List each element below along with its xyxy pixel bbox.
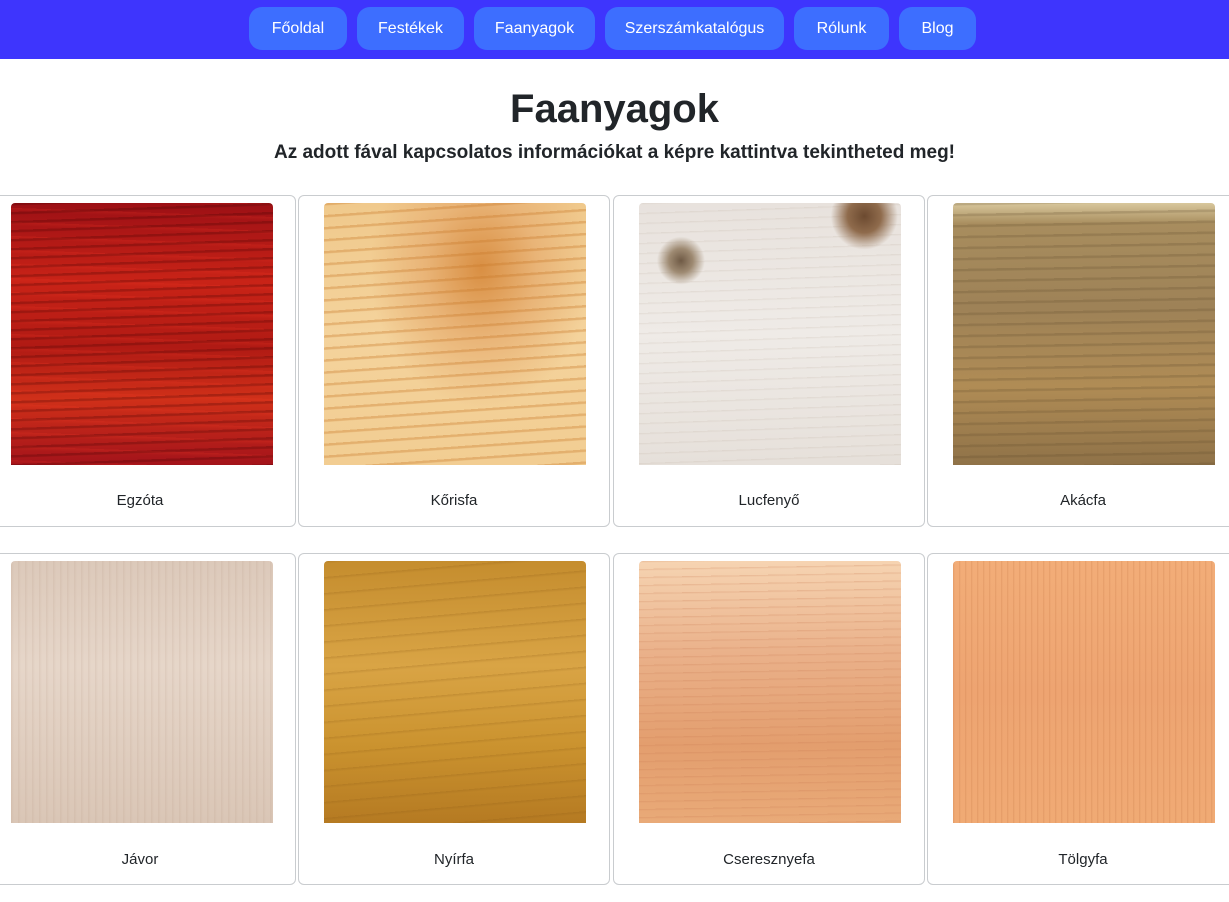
wood-caption: Lucfenyő bbox=[738, 492, 800, 509]
nav-szerszamkatalogus-button[interactable]: Szerszámkatalógus bbox=[605, 7, 784, 50]
wood-caption: Cseresznyefa bbox=[723, 851, 815, 868]
nav-festekek-button[interactable]: Festékek bbox=[357, 7, 464, 50]
wood-card-cseresznyefa[interactable]: Cseresznyefa bbox=[613, 553, 925, 885]
nav-faanyagok-button[interactable]: Faanyagok bbox=[474, 7, 595, 50]
nav-fooldal-button[interactable]: Főoldal bbox=[249, 7, 347, 50]
wood-image-javor[interactable] bbox=[11, 561, 273, 823]
nav-blog-button[interactable]: Blog bbox=[899, 7, 976, 50]
wood-card-egzota[interactable]: Egzóta bbox=[0, 195, 296, 527]
wood-card-akacfa[interactable]: Akácfa bbox=[927, 195, 1229, 527]
wood-image-egzota[interactable] bbox=[11, 203, 273, 465]
wood-image-lucfenyo[interactable] bbox=[639, 203, 901, 465]
wood-image-cseresznyefa[interactable] bbox=[639, 561, 901, 823]
wood-image-korisfa[interactable] bbox=[324, 203, 586, 465]
wood-card-lucfenyo[interactable]: Lucfenyő bbox=[613, 195, 925, 527]
wood-caption: Egzóta bbox=[116, 492, 164, 509]
page-title: Faanyagok bbox=[510, 87, 719, 131]
wood-card-korisfa[interactable]: Kőrisfa bbox=[298, 195, 610, 527]
wood-image-akacfa[interactable] bbox=[953, 203, 1215, 465]
wood-caption: Nyírfa bbox=[433, 851, 474, 868]
wood-image-nyirfa[interactable] bbox=[324, 561, 586, 823]
wood-caption: Tölgyfa bbox=[1058, 851, 1108, 868]
page-subtitle: Az adott fával kapcsolatos információkat… bbox=[273, 142, 956, 163]
wood-caption: Jávor bbox=[121, 851, 159, 868]
wood-card-tolgyfa[interactable]: Tölgyfa bbox=[927, 553, 1229, 885]
wood-card-javor[interactable]: Jávor bbox=[0, 553, 296, 885]
wood-image-tolgyfa[interactable] bbox=[953, 561, 1215, 823]
wood-card-nyirfa[interactable]: Nyírfa bbox=[298, 553, 610, 885]
wood-caption: Akácfa bbox=[1060, 492, 1106, 509]
wood-caption: Kőrisfa bbox=[430, 492, 478, 509]
top-navbar: Főoldal Festékek Faanyagok Szerszámkatal… bbox=[0, 0, 1229, 59]
nav-rolunk-button[interactable]: Rólunk bbox=[794, 7, 889, 50]
